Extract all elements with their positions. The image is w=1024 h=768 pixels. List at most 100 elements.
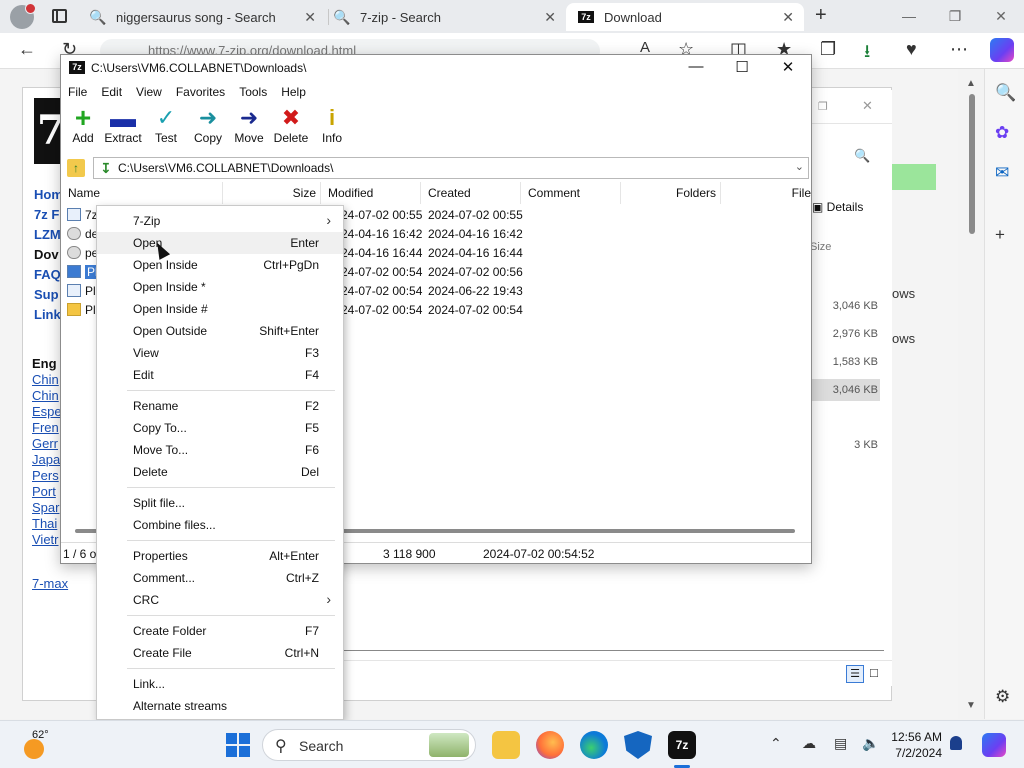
- performance-icon[interactable]: ♥: [906, 39, 917, 60]
- menu-help[interactable]: Help: [274, 83, 313, 103]
- menu-item-open-inside-star[interactable]: Open Inside *: [97, 276, 343, 298]
- explorer-details-icon[interactable]: ▣ Details: [812, 200, 863, 214]
- taskbar-search-box[interactable]: ⚲ Search: [262, 729, 476, 761]
- file-explorer-icon[interactable]: [492, 731, 520, 759]
- size-column-header[interactable]: Size: [810, 241, 831, 253]
- menu-file[interactable]: File: [61, 83, 94, 103]
- column-header-files[interactable]: File: [721, 182, 811, 204]
- menu-item-edit[interactable]: Edit F4: [97, 364, 343, 386]
- collections-icon[interactable]: ❐: [820, 39, 836, 60]
- firefox-icon[interactable]: [536, 731, 564, 759]
- menu-item-create-folder[interactable]: Create Folder F7: [97, 620, 343, 642]
- tab-actions-icon[interactable]: [52, 9, 67, 23]
- notification-bell-icon[interactable]: [950, 736, 962, 750]
- menu-item-view[interactable]: View F3: [97, 342, 343, 364]
- copilot-icon[interactable]: [990, 38, 1014, 62]
- language-link[interactable]: Japa: [32, 452, 60, 467]
- extract-button[interactable]: ▬ Extract: [103, 105, 143, 151]
- menu-item-7zip[interactable]: 7-Zip ›: [97, 210, 343, 232]
- scrollbar-thumb[interactable]: [969, 94, 975, 234]
- menu-tools[interactable]: Tools: [232, 83, 274, 103]
- minimize-icon[interactable]: —: [886, 0, 932, 33]
- scroll-down-icon[interactable]: ▼: [966, 700, 976, 711]
- copy-button[interactable]: ➜ Copy: [191, 105, 225, 151]
- menu-favorites[interactable]: Favorites: [169, 83, 232, 103]
- language-link[interactable]: Espe: [32, 404, 62, 419]
- windows-start-icon[interactable]: [226, 733, 250, 757]
- chevron-up-icon[interactable]: ⌃: [770, 735, 782, 752]
- windows-security-icon[interactable]: [624, 731, 652, 759]
- more-options-icon[interactable]: ⋯: [950, 39, 968, 60]
- language-link[interactable]: Chin: [32, 388, 59, 403]
- menu-item-properties[interactable]: Properties Alt+Enter: [97, 545, 343, 567]
- 7-max-link[interactable]: 7-max: [32, 576, 68, 591]
- nav-link-lzma[interactable]: LZM: [34, 227, 61, 242]
- edge-icon[interactable]: [580, 731, 608, 759]
- details-view-icon[interactable]: ☰: [846, 665, 864, 683]
- close-icon[interactable]: ✕: [862, 98, 873, 114]
- outlook-icon[interactable]: ✉: [995, 163, 1009, 183]
- menu-item-combine-files[interactable]: Combine files...: [97, 514, 343, 536]
- close-icon[interactable]: ✕: [978, 0, 1024, 33]
- menu-item-delete[interactable]: Delete Del: [97, 461, 343, 483]
- menu-item-split-file[interactable]: Split file...: [97, 492, 343, 514]
- add-button[interactable]: + Add: [67, 104, 99, 151]
- nav-link-7z-format[interactable]: 7z F: [34, 207, 59, 222]
- language-link[interactable]: Vietr: [32, 532, 59, 547]
- search-icon[interactable]: 🔍: [854, 148, 870, 164]
- language-link[interactable]: Pers: [32, 468, 59, 483]
- onedrive-icon[interactable]: ☁: [802, 735, 816, 752]
- menu-edit[interactable]: Edit: [94, 83, 129, 103]
- menu-item-open[interactable]: Open Enter: [97, 232, 343, 254]
- close-tab-icon[interactable]: ✕: [544, 9, 556, 26]
- scroll-up-icon[interactable]: ▲: [966, 78, 976, 89]
- nav-link-faq[interactable]: FAQ: [34, 267, 61, 282]
- info-button[interactable]: i Info: [319, 105, 345, 151]
- downloads-icon[interactable]: ⭳: [864, 39, 870, 69]
- restore-icon[interactable]: ❐: [932, 0, 978, 33]
- delete-button[interactable]: ✖ Delete: [273, 105, 309, 151]
- menu-view[interactable]: View: [129, 83, 169, 103]
- tab-download[interactable]: 7z Download ✕: [566, 3, 804, 31]
- folder-up-icon[interactable]: ↑: [67, 159, 85, 177]
- volume-icon[interactable]: 🔈: [862, 735, 879, 752]
- maximize-icon[interactable]: ☐: [719, 58, 765, 76]
- 7zip-taskbar-icon[interactable]: 7z: [668, 731, 696, 759]
- network-icon[interactable]: ▤: [834, 735, 847, 752]
- profile-avatar[interactable]: [10, 3, 36, 29]
- sidebar-settings-icon[interactable]: ⚙: [995, 687, 1010, 707]
- close-tab-icon[interactable]: ✕: [782, 9, 794, 26]
- add-sidebar-icon[interactable]: +: [995, 225, 1005, 245]
- tiles-view-icon[interactable]: □: [870, 665, 878, 680]
- close-tab-icon[interactable]: ✕: [304, 9, 316, 26]
- page-scrollbar[interactable]: ▲ ▼: [962, 72, 982, 712]
- new-tab-icon[interactable]: +: [815, 4, 827, 27]
- column-header-folders[interactable]: Folders: [621, 182, 721, 204]
- copilot-sidebar-icon[interactable]: ✿: [995, 123, 1009, 143]
- copilot-taskbar-icon[interactable]: [982, 733, 1006, 757]
- menu-item-alternate-streams[interactable]: Alternate streams: [97, 695, 343, 717]
- column-header-size[interactable]: Size: [223, 182, 321, 204]
- tab-search-2[interactable]: 🔍 7-zip - Search ✕: [333, 3, 566, 31]
- move-button[interactable]: ➜ Move: [231, 105, 267, 151]
- nav-link-home[interactable]: Hom: [34, 187, 63, 202]
- menu-item-copy-to[interactable]: Copy To... F5: [97, 417, 343, 439]
- close-icon[interactable]: ✕: [765, 58, 811, 76]
- path-combobox[interactable]: ↧ C:\Users\VM6.COLLABNET\Downloads\ ⌄: [93, 157, 809, 179]
- menu-item-move-to[interactable]: Move To... F6: [97, 439, 343, 461]
- menu-item-rename[interactable]: Rename F2: [97, 395, 343, 417]
- menu-item-link[interactable]: Link...: [97, 673, 343, 695]
- nav-link-support[interactable]: Sup: [34, 287, 59, 302]
- column-header-comment[interactable]: Comment: [521, 182, 621, 204]
- column-header-modified[interactable]: Modified: [321, 182, 421, 204]
- column-header-created[interactable]: Created: [421, 182, 521, 204]
- language-link[interactable]: Thai: [32, 516, 57, 531]
- menu-item-create-file[interactable]: Create File Ctrl+N: [97, 642, 343, 664]
- nav-link-links[interactable]: Link: [34, 307, 61, 322]
- menu-item-open-outside[interactable]: Open Outside Shift+Enter: [97, 320, 343, 342]
- test-button[interactable]: ✓ Test: [151, 105, 181, 151]
- search-icon[interactable]: 🔍: [995, 83, 1016, 103]
- language-link[interactable]: Spar: [32, 500, 59, 515]
- tab-search-1[interactable]: 🔍 niggersaurus song - Search ✕: [89, 3, 326, 31]
- menu-item-crc[interactable]: CRC ›: [97, 589, 343, 611]
